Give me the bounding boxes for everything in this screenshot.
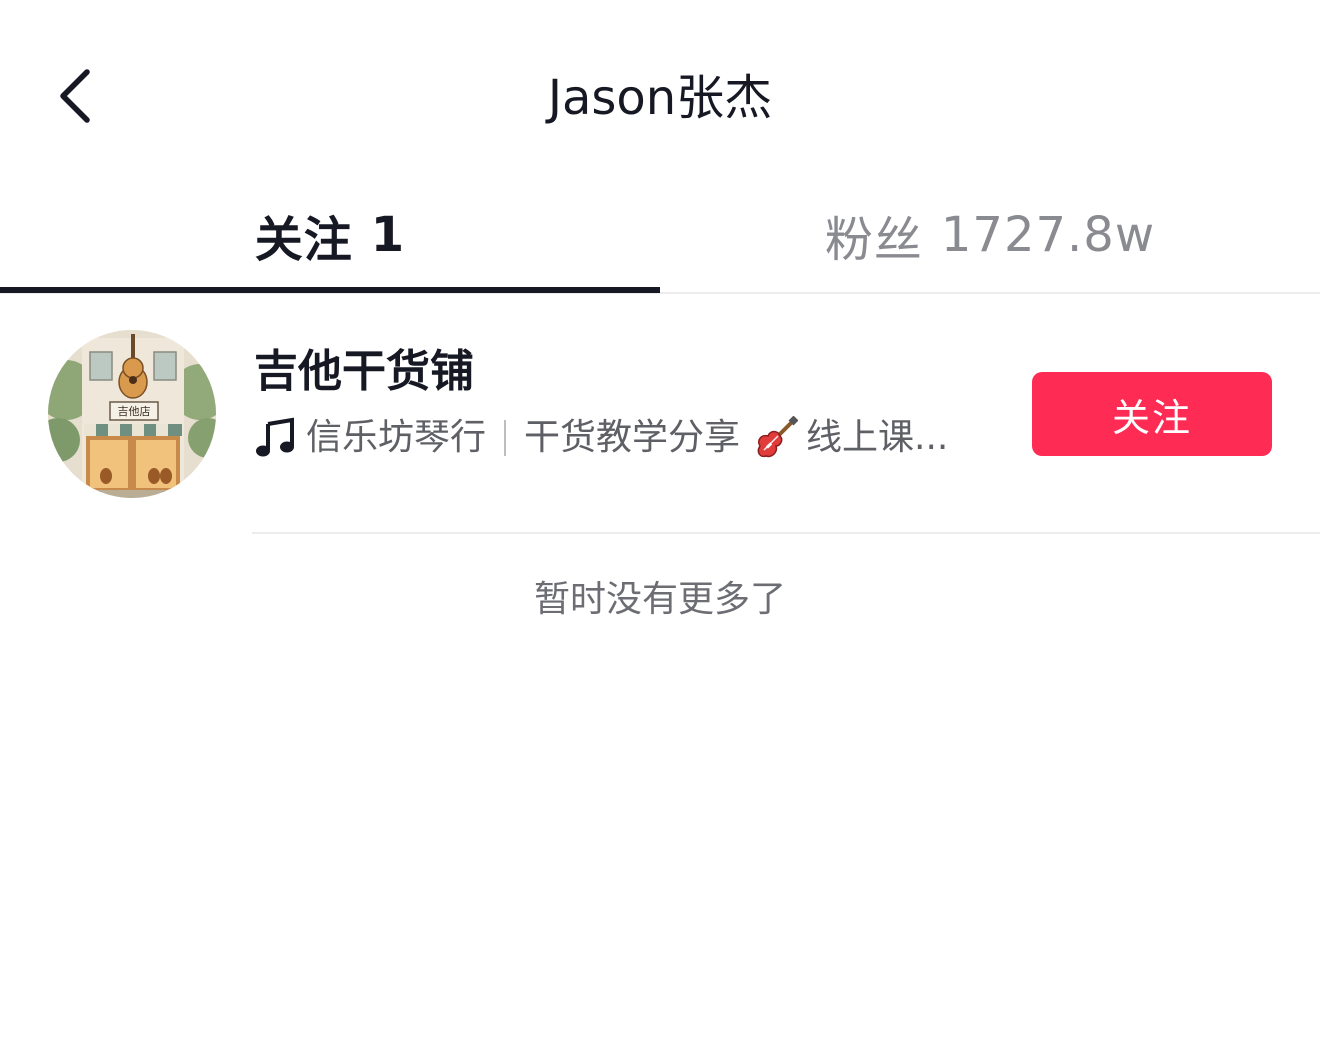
tab-count: 1727.8w (940, 207, 1156, 263)
svg-text:吉他店: 吉他店 (118, 404, 151, 418)
avatar[interactable]: 吉他店 (48, 330, 216, 498)
music-note-icon (254, 416, 298, 460)
tab-count: 1 (370, 207, 406, 263)
bio-text: 干货教学分享 (524, 417, 741, 458)
list-item[interactable]: 吉他店 吉他干货铺 信乐坊琴行 干货教学分享 线上课... 关注 (0, 296, 1320, 534)
tab-label: 粉丝 (824, 212, 923, 268)
header: Jason张杰 (0, 0, 1320, 170)
bio-text: 信乐坊琴行 (306, 417, 487, 458)
page-title: Jason张杰 (547, 70, 773, 126)
user-name: 吉他干货铺 (254, 346, 474, 397)
follow-button[interactable]: 关注 (1032, 372, 1272, 456)
divider (252, 532, 1320, 534)
end-of-list-text: 暂时没有更多了 (533, 579, 786, 620)
guitar-icon (754, 416, 799, 460)
user-bio: 信乐坊琴行 干货教学分享 线上课... (254, 412, 994, 464)
tab-label: 关注 (254, 212, 353, 268)
tab-following[interactable]: 关注 1 (0, 180, 660, 290)
bio-text: 线上课... (806, 417, 949, 458)
active-tab-indicator (0, 287, 660, 293)
tab-bar: 关注 1 粉丝 1727.8w (0, 180, 1320, 294)
following-list-screen: Jason张杰 关注 1 粉丝 1727.8w 吉他店 吉他干货铺 信乐坊琴行 … (0, 0, 1320, 1052)
tab-followers[interactable]: 粉丝 1727.8w (660, 180, 1320, 290)
bio-separator (504, 420, 507, 456)
